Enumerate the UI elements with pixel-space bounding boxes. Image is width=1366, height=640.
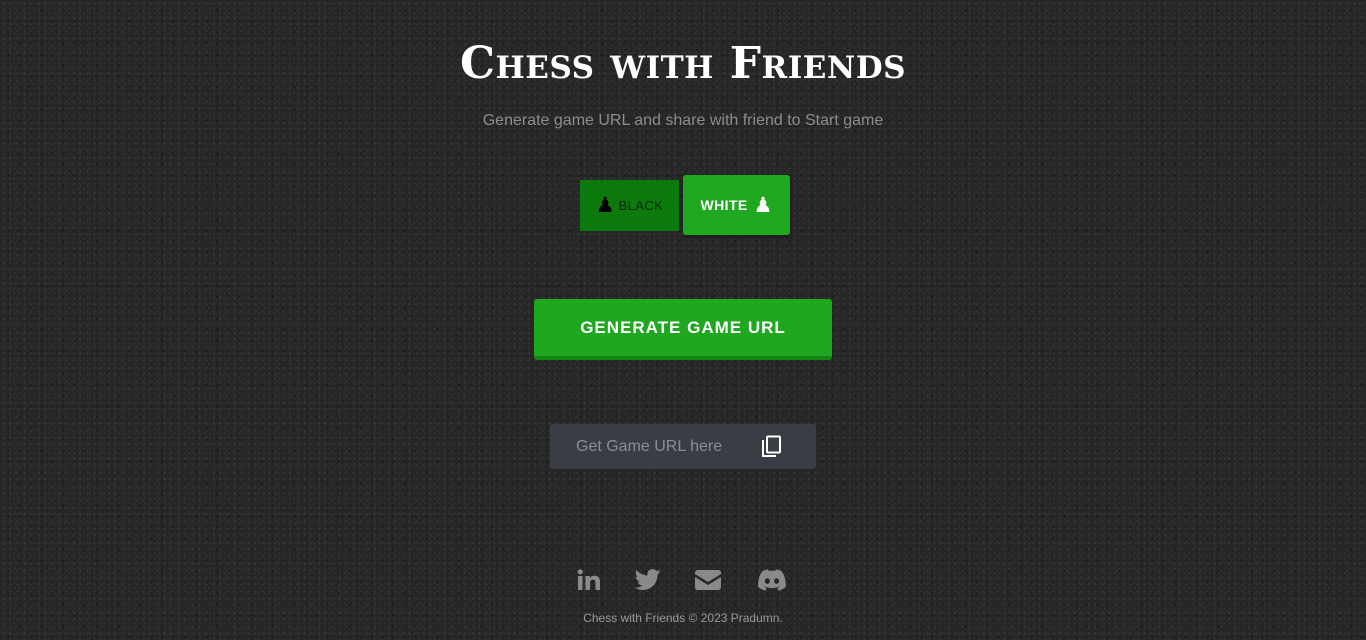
page: Chess with Friends Generate game URL and… (0, 0, 1366, 640)
email-icon (695, 570, 721, 590)
twitter-link[interactable] (634, 566, 662, 594)
black-color-button[interactable]: ♟ BLACK (580, 180, 679, 231)
game-url-input[interactable] (550, 424, 750, 469)
footer-copyright: Chess with Friends © 2023 Pradumn. (583, 611, 783, 625)
white-color-button[interactable]: WHITE ♟ (683, 175, 790, 235)
linkedin-link[interactable] (575, 566, 603, 594)
discord-link[interactable] (758, 566, 786, 594)
page-subtitle: Generate game URL and share with friend … (482, 112, 884, 129)
page-title: Chess with Friends (459, 38, 907, 89)
discord-icon (758, 569, 786, 591)
black-pawn-icon: ♟ (595, 193, 615, 217)
white-pawn-icon: ♟ (753, 192, 773, 217)
copy-url-button[interactable] (758, 433, 786, 461)
twitter-icon (635, 569, 661, 590)
game-url-field (550, 424, 816, 469)
white-color-label: WHITE (700, 197, 748, 213)
generate-game-url-button[interactable]: GENERATE GAME URL (534, 299, 832, 360)
copy-icon (762, 435, 781, 457)
social-links (0, 566, 1366, 594)
black-color-label: BLACK (618, 198, 664, 213)
email-link[interactable] (694, 566, 722, 594)
linkedin-icon (577, 569, 600, 590)
